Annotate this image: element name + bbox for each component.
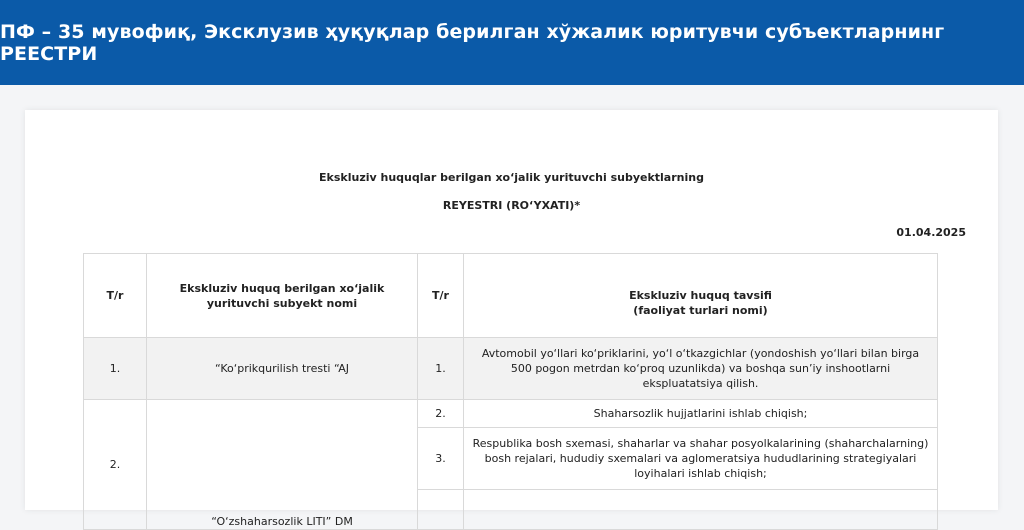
row-subject: “Ko‘prikqurilish tresti “AJ <box>146 337 418 400</box>
row-subject-text: “O‘zshaharsozlik LITI” DM <box>211 515 353 528</box>
header-subject: Ekskluziv huquq berilgan xo‘jalik yuritu… <box>146 253 418 338</box>
item-num: 2. <box>417 399 464 428</box>
item-text <box>463 489 938 530</box>
row-subject: “O‘zshaharsozlik LITI” DM <box>146 399 418 530</box>
item-num <box>417 489 464 530</box>
document-title: Ekskluziv huquqlar berilgan xo‘jalik yur… <box>319 171 704 184</box>
page-title: ПФ – 35 мувофиқ, Эксклузив ҳуқуқлар бери… <box>0 20 945 65</box>
row-num: 2. <box>83 399 147 530</box>
document-subtitle: REYESTRI (RO‘YXATI)* <box>442 199 581 212</box>
header-description-text: Ekskluziv huquq tavsifi (faoliyat turlar… <box>629 289 772 317</box>
item-text: Avtomobil yo‘llari ko‘priklarini, yo‘l o… <box>463 337 938 400</box>
page-header: ПФ – 35 мувофиқ, Эксклузив ҳуқуқлар бери… <box>0 0 1024 85</box>
header-num-2: T/r <box>417 253 464 338</box>
header-subject-text: Ekskluziv huquq berilgan xo‘jalik yuritu… <box>179 281 385 310</box>
row-num: 1. <box>83 337 147 400</box>
header-num: T/r <box>83 253 147 338</box>
document-card: Ekskluziv huquqlar berilgan xo‘jalik yur… <box>25 110 998 530</box>
table-row: 1. “Ko‘prikqurilish tresti “AJ 1. Avtomo… <box>83 337 938 400</box>
item-text: Shaharsozlik hujjatlarini ishlab chiqish… <box>463 399 938 428</box>
registry-table: T/r Ekskluziv huquq berilgan xo‘jalik yu… <box>83 253 938 530</box>
table-row: 2. “O‘zshaharsozlik LITI” DM 2. Shaharso… <box>83 399 938 530</box>
document-date: 01.04.2025 <box>896 226 966 239</box>
item-text: Respublika bosh sxemasi, shaharlar va sh… <box>463 427 938 490</box>
table-header-row: T/r Ekskluziv huquq berilgan xo‘jalik yu… <box>83 253 938 338</box>
header-description: Ekskluziv huquq tavsifi (faoliyat turlar… <box>463 253 938 338</box>
item-num: 3. <box>417 427 464 490</box>
item-num: 1. <box>417 337 464 400</box>
